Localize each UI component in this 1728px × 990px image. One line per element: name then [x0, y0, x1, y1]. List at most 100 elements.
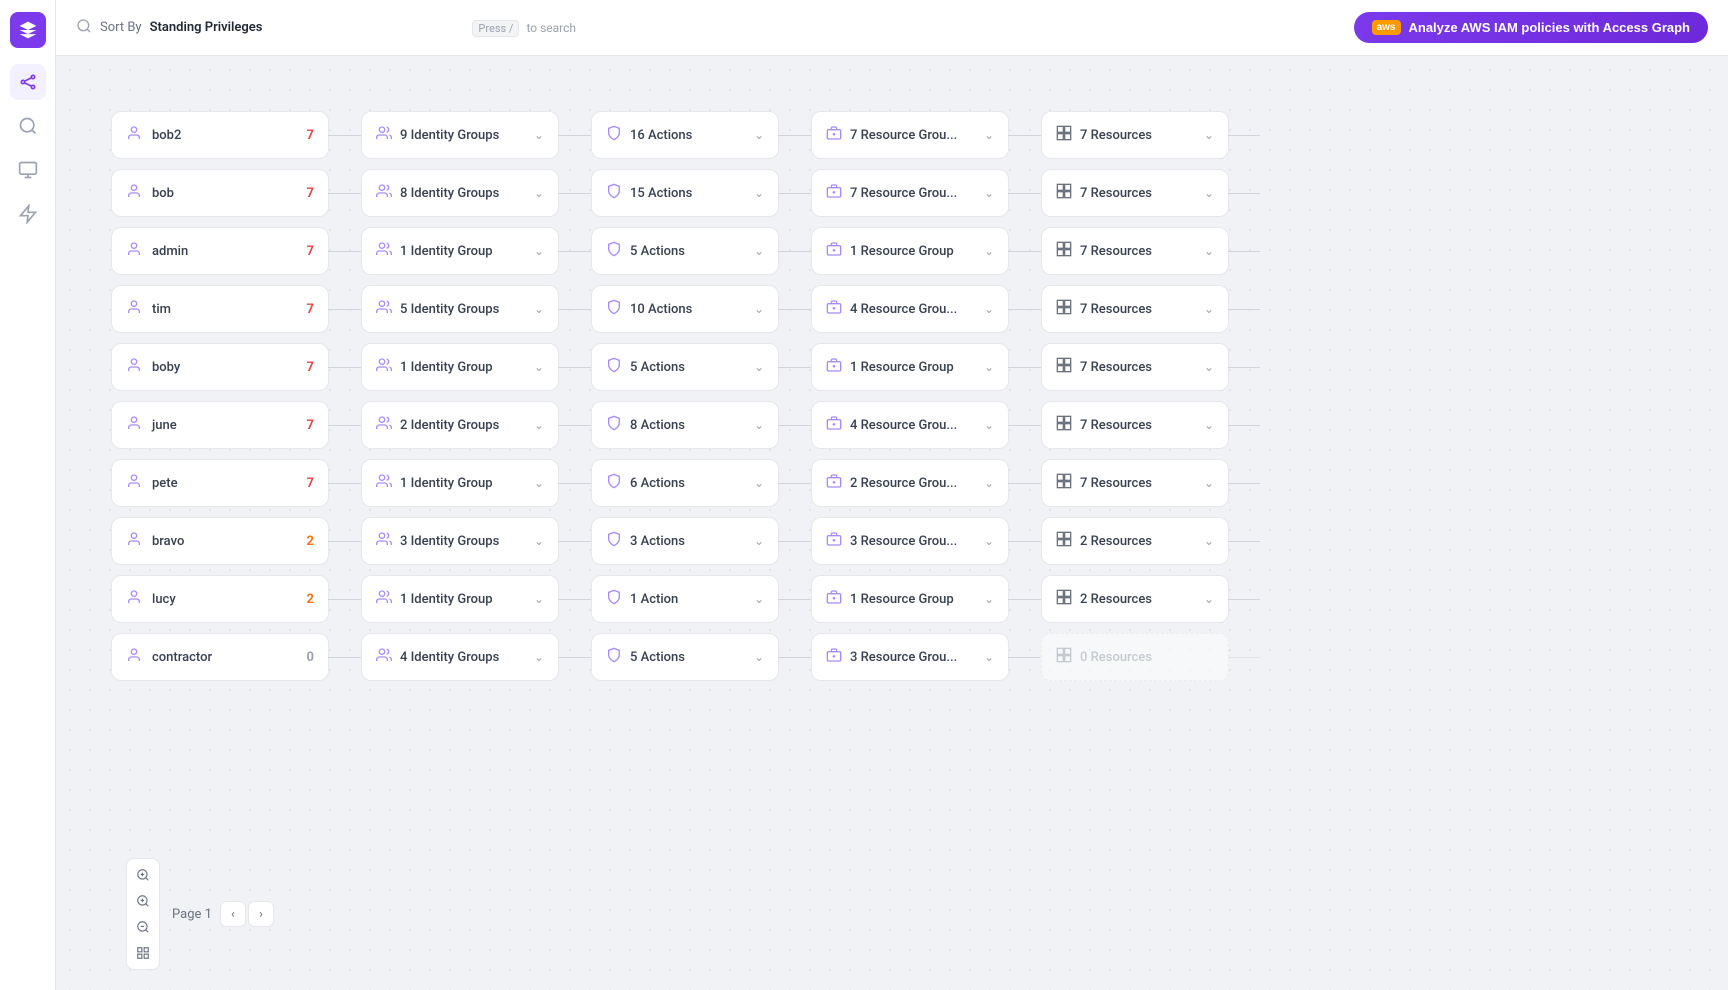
sidebar-item-monitor[interactable]: [10, 152, 46, 188]
actions-icon: [606, 299, 622, 319]
user-card: pete 7: [111, 459, 329, 507]
actions-pill[interactable]: 16 Actions ⌄: [591, 111, 779, 159]
identity-groups-chevron: ⌄: [534, 592, 544, 606]
resources-pill[interactable]: 7 Resources ⌄: [1041, 169, 1229, 217]
actions-pill[interactable]: 5 Actions ⌄: [591, 343, 779, 391]
resource-groups-chevron: ⌄: [984, 360, 994, 374]
identity-groups-pill[interactable]: 1 Identity Group ⌄: [361, 227, 559, 275]
resource-groups-icon: [826, 299, 842, 319]
resources-pill[interactable]: 7 Resources ⌄: [1041, 459, 1229, 507]
resources-pill[interactable]: 2 Resources ⌄: [1041, 575, 1229, 623]
sidebar-item-graph[interactable]: [10, 64, 46, 100]
actions-chevron: ⌄: [754, 476, 764, 490]
identity-groups-pill[interactable]: 1 Identity Group ⌄: [361, 459, 559, 507]
resources-pill[interactable]: 7 Resources ⌄: [1041, 227, 1229, 275]
actions-chevron: ⌄: [754, 418, 764, 432]
resource-groups-pill[interactable]: 1 Resource Group ⌄: [811, 343, 1009, 391]
sidebar-item-search[interactable]: [10, 108, 46, 144]
identity-groups-icon: [376, 473, 392, 493]
actions-icon: [606, 589, 622, 609]
resource-groups-icon: [826, 183, 842, 203]
resources-pill[interactable]: 2 Resources ⌄: [1041, 517, 1229, 565]
sort-value[interactable]: Standing Privileges: [150, 20, 263, 35]
reset-zoom-button[interactable]: [131, 941, 155, 965]
actions-icon: [606, 415, 622, 435]
identity-groups-chevron: ⌄: [534, 244, 544, 258]
identity-groups-pill[interactable]: 9 Identity Groups ⌄: [361, 111, 559, 159]
actions-text: 5 Actions: [630, 244, 746, 259]
identity-groups-pill[interactable]: 1 Identity Group ⌄: [361, 343, 559, 391]
identity-groups-pill[interactable]: 2 Identity Groups ⌄: [361, 401, 559, 449]
prev-page-button[interactable]: ‹: [220, 901, 246, 927]
analyze-button-label: Analyze AWS IAM policies with Access Gra…: [1409, 20, 1691, 35]
user-score: 7: [307, 186, 314, 201]
user-name: bob: [152, 186, 297, 201]
resource-groups-pill[interactable]: 4 Resource Grou... ⌄: [811, 401, 1009, 449]
resources-pill[interactable]: 7 Resources ⌄: [1041, 285, 1229, 333]
actions-pill[interactable]: 6 Actions ⌄: [591, 459, 779, 507]
resource-groups-text: 1 Resource Group: [850, 592, 976, 607]
identity-groups-text: 1 Identity Group: [400, 360, 526, 375]
resource-groups-chevron: ⌄: [984, 302, 994, 316]
resource-groups-icon: [826, 589, 842, 609]
resources-pill[interactable]: 7 Resources ⌄: [1041, 111, 1229, 159]
resource-groups-icon: [826, 357, 842, 377]
actions-pill[interactable]: 3 Actions ⌄: [591, 517, 779, 565]
user-name: bob2: [152, 128, 297, 143]
identity-groups-icon: [376, 531, 392, 551]
resource-groups-pill[interactable]: 1 Resource Group ⌄: [811, 227, 1009, 275]
resources-icon: [1056, 589, 1072, 609]
user-card: boby 7: [111, 343, 329, 391]
actions-text: 1 Action: [630, 592, 746, 607]
fit-zoom-button[interactable]: [131, 863, 155, 887]
analyze-button[interactable]: aws Analyze AWS IAM policies with Access…: [1354, 12, 1708, 43]
actions-pill[interactable]: 1 Action ⌄: [591, 575, 779, 623]
resource-groups-pill[interactable]: 1 Resource Group ⌄: [811, 575, 1009, 623]
identity-groups-icon: [376, 357, 392, 377]
identity-groups-text: 4 Identity Groups: [400, 650, 526, 665]
sidebar-item-integrations[interactable]: [10, 196, 46, 232]
actions-chevron: ⌄: [754, 186, 764, 200]
identity-groups-pill[interactable]: 3 Identity Groups ⌄: [361, 517, 559, 565]
actions-icon: [606, 183, 622, 203]
resource-groups-icon: [826, 473, 842, 493]
topbar: Sort By Standing Privileges Press / to s…: [56, 0, 1728, 56]
zoom-in-button[interactable]: [131, 889, 155, 913]
identity-groups-icon: [376, 299, 392, 319]
resource-groups-pill[interactable]: 3 Resource Grou... ⌄: [811, 633, 1009, 681]
search-hint-text: to search: [526, 21, 576, 35]
identity-groups-pill[interactable]: 8 Identity Groups ⌄: [361, 169, 559, 217]
resource-groups-chevron: ⌄: [984, 244, 994, 258]
identity-groups-chevron: ⌄: [534, 128, 544, 142]
actions-pill[interactable]: 15 Actions ⌄: [591, 169, 779, 217]
resources-text: 7 Resources: [1080, 244, 1196, 259]
actions-pill[interactable]: 8 Actions ⌄: [591, 401, 779, 449]
resource-groups-pill[interactable]: 4 Resource Grou... ⌄: [811, 285, 1009, 333]
identity-groups-pill[interactable]: 5 Identity Groups ⌄: [361, 285, 559, 333]
identity-groups-text: 1 Identity Group: [400, 592, 526, 607]
resource-groups-pill[interactable]: 7 Resource Grou... ⌄: [811, 169, 1009, 217]
identity-groups-text: 1 Identity Group: [400, 244, 526, 259]
resource-groups-pill[interactable]: 2 Resource Grou... ⌄: [811, 459, 1009, 507]
actions-pill[interactable]: 10 Actions ⌄: [591, 285, 779, 333]
actions-pill[interactable]: 5 Actions ⌄: [591, 633, 779, 681]
zoom-out-button[interactable]: [131, 915, 155, 939]
resources-pill[interactable]: 7 Resources ⌄: [1041, 401, 1229, 449]
resources-pill[interactable]: 7 Resources ⌄: [1041, 343, 1229, 391]
app-logo[interactable]: [10, 12, 46, 48]
resource-groups-text: 7 Resource Grou...: [850, 128, 976, 143]
identity-groups-pill[interactable]: 4 Identity Groups ⌄: [361, 633, 559, 681]
user-card: contractor 0: [111, 633, 329, 681]
resource-groups-pill[interactable]: 7 Resource Grou... ⌄: [811, 111, 1009, 159]
identity-groups-icon: [376, 125, 392, 145]
user-score: 7: [307, 128, 314, 143]
next-page-button[interactable]: ›: [248, 901, 274, 927]
user-card: bob2 7: [111, 111, 329, 159]
resource-groups-chevron: ⌄: [984, 476, 994, 490]
actions-icon: [606, 125, 622, 145]
identity-groups-pill[interactable]: 1 Identity Group ⌄: [361, 575, 559, 623]
identity-groups-text: 9 Identity Groups: [400, 128, 526, 143]
actions-pill[interactable]: 5 Actions ⌄: [591, 227, 779, 275]
resource-groups-pill[interactable]: 3 Resource Grou... ⌄: [811, 517, 1009, 565]
user-icon: [126, 415, 142, 435]
